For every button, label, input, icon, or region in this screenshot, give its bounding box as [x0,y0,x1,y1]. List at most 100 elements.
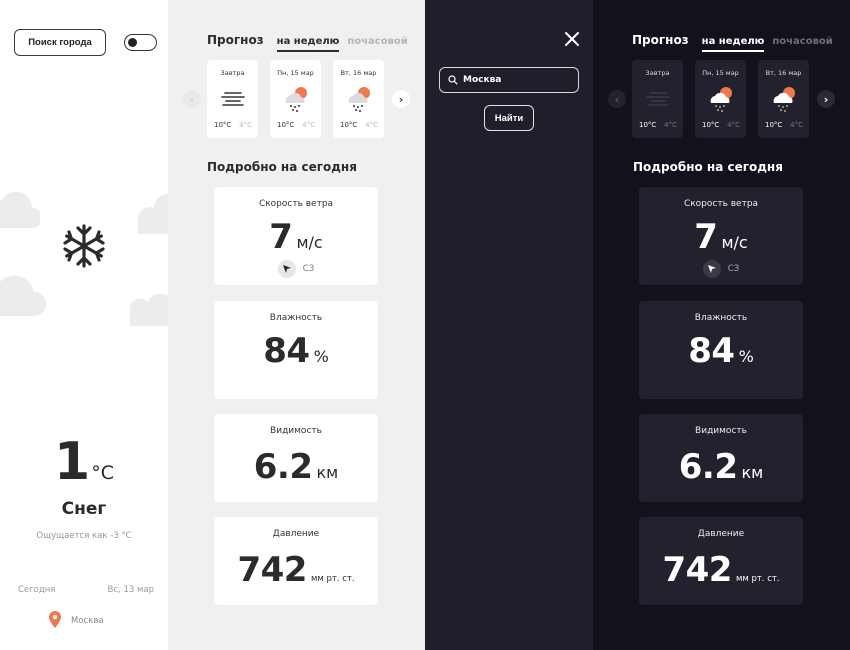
forecast-card[interactable]: Пн, 15 мар 10°C 4°C [695,60,746,138]
wind-direction-icon [702,260,721,278]
forecast-card[interactable]: Вт, 16 мар 10°C 4°C [333,60,384,138]
chevron-right-icon: › [398,92,404,106]
pressure-value-row: 742 мм рт. ст. [214,550,378,590]
feels-like: Ощущается как -3 °C [36,531,132,541]
humidity-card: Влажность 84% [214,301,378,399]
visibility-card: Видимость 6.2 км [214,414,378,502]
humidity-value-row: 84% [639,331,803,371]
forecast-day: Завтра [220,69,245,77]
forecast-high: 10°C [639,121,657,129]
background-cloud-icon [0,191,40,228]
temperature-value: 1 [54,432,90,492]
pressure-value: 742 [662,550,732,590]
forecast-low: 4°C [727,121,740,129]
forecast-high: 10°C [214,121,232,129]
search-field[interactable] [439,67,579,93]
forecast-tabs: Прогноз на неделю почасовой [632,33,841,52]
wind-direction-text: СЗ [727,264,740,274]
forecast-high: 10°C [702,121,720,129]
pressure-card: Давление 742 мм рт. ст. [639,517,803,605]
forecast-low: 4°C [664,121,677,129]
forecast-card[interactable]: Вт, 16 мар 10°C 4°C [758,60,809,138]
light-sidebar: Поиск города 1 °C Снег Ощущается как -3 °… [0,0,168,650]
wind-direction-text: СЗ [302,264,315,274]
wind-unit: м/с [296,233,323,252]
forecast-title: Прогноз [632,33,689,47]
sun-cloud-rain-icon [710,87,732,112]
dark-main-panel: Прогноз на неделю почасовой ‹ › Завтра 1… [593,0,850,650]
dark-search-panel [425,0,593,650]
visibility-value: 6.2 [253,447,313,487]
sun-cloud-rain-icon [773,87,795,112]
wind-value-row: 7 м/с [214,217,378,257]
date-value: Вс, 13 мар [107,585,154,595]
close-icon[interactable] [563,30,581,48]
wind-direction: СЗ [214,260,378,278]
wind-direction-icon [277,260,296,278]
search-city-button[interactable]: Поиск города [14,29,106,56]
toggle-knob [128,38,137,47]
visibility-unit: км [316,463,339,482]
visibility-value: 6.2 [678,447,738,487]
forecast-next-button[interactable]: › [392,90,410,108]
forecast-high: 10°C [277,121,295,129]
forecast-day: Завтра [645,69,670,77]
forecast-high: 10°C [340,121,358,129]
chevron-left-icon: ‹ [614,92,620,106]
humidity-label: Влажность [269,313,323,323]
humidity-unit: % [313,347,329,366]
sun-cloud-rain-icon [285,87,307,112]
sun-cloud-rain-icon [348,87,370,112]
weather-condition: Снег [61,499,107,519]
forecast-card[interactable]: Завтра 10°C 4°C [632,60,683,138]
forecast-card[interactable]: Завтра 10°C 4°C [207,60,258,138]
wind-value-row: 7 м/с [639,217,803,257]
wind-unit: м/с [721,233,748,252]
humidity-unit: % [738,347,754,366]
humidity-value: 84 [688,331,735,371]
forecast-prev-button[interactable]: ‹ [183,90,201,108]
wind-label: Скорость ветра [258,199,334,209]
pressure-label: Давление [272,529,320,539]
forecast-high: 10°C [765,121,783,129]
tab-week[interactable]: на неделю [276,36,340,52]
fog-icon [221,92,245,106]
tab-hourly[interactable]: почасовой [347,36,407,50]
fog-icon [646,92,670,106]
forecast-low: 4°C [790,121,803,129]
background-cloud-icon [0,275,46,316]
tab-week[interactable]: на неделю [701,36,765,52]
wind-value: 7 [694,217,718,257]
current-temperature: 1 °C [0,432,168,492]
forecast-low: 4°C [365,121,378,129]
humidity-value: 84 [263,331,310,371]
forecast-card[interactable]: Пн, 15 мар 10°C 4°C [270,60,321,138]
wind-value: 7 [269,217,293,257]
wind-direction: СЗ [639,260,803,278]
humidity-value-row: 84% [214,331,378,371]
search-input[interactable] [463,75,573,85]
forecast-day: Вт, 16 мар [765,69,802,77]
background-cloud-icon [138,193,168,234]
details-title: Подробно на сегодня [633,160,783,174]
light-main-panel: Прогноз на неделю почасовой ‹ › Завтра 1… [168,0,425,650]
pressure-value: 742 [237,550,307,590]
visibility-value-row: 6.2 км [214,447,378,487]
pressure-unit: мм рт. ст. [310,574,355,584]
tab-hourly[interactable]: почасовой [772,36,832,50]
date-label: Сегодня [18,585,56,595]
humidity-card: Влажность 84% [639,301,803,399]
background-cloud-icon [130,293,168,326]
pressure-unit: мм рт. ст. [735,574,780,584]
location-pin-icon [49,611,61,628]
forecast-prev-button[interactable]: ‹ [608,90,626,108]
forecast-day: Вт, 16 мар [340,69,377,77]
forecast-next-button[interactable]: › [817,90,835,108]
theme-toggle[interactable] [124,34,157,51]
snowflake-icon [63,224,105,268]
chevron-left-icon: ‹ [189,92,195,106]
visibility-label: Видимость [270,426,322,436]
wind-card: Скорость ветра 7 м/с СЗ [639,187,803,285]
find-button[interactable]: Найти [484,105,534,131]
wind-card: Скорость ветра 7 м/с СЗ [214,187,378,285]
